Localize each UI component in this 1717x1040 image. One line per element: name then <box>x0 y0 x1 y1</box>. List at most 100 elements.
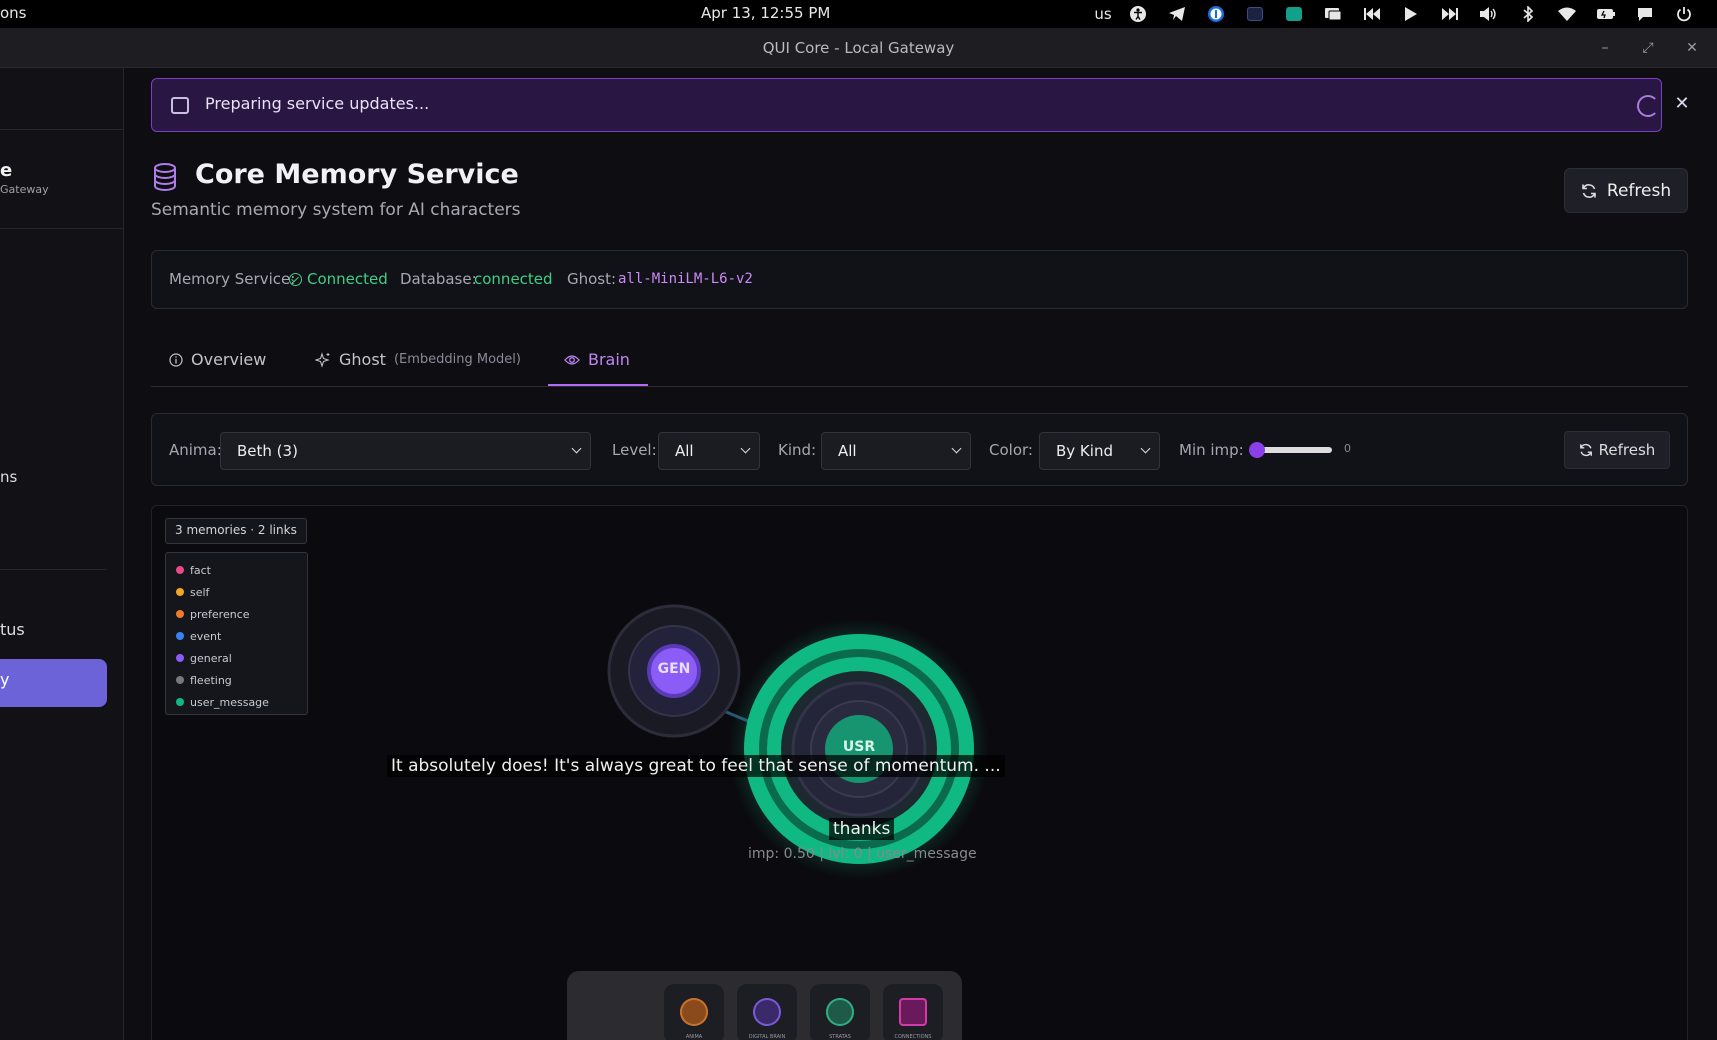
close-window-icon[interactable]: ✕ <box>1680 36 1704 60</box>
sidebar-item-memory[interactable]: y <box>0 659 107 707</box>
level-label: Level: <box>612 441 657 459</box>
sidebar-divider <box>0 569 106 570</box>
chevron-down-icon <box>740 443 751 454</box>
refresh-button[interactable]: Refresh <box>1564 168 1688 213</box>
tab-sublabel: (Embedding Model) <box>393 352 521 367</box>
previous-track-icon[interactable] <box>1352 2 1391 26</box>
window-title: QUI Core - Local Gateway <box>762 39 955 57</box>
dock-app-label: STRATAS <box>829 1034 851 1040</box>
system-tray: us <box>1088 2 1703 26</box>
dock-app-label: CONNECTIONS <box>894 1034 932 1040</box>
power-icon[interactable] <box>1664 2 1703 26</box>
connections-app-icon[interactable]: CONNECTIONS <box>883 984 943 1040</box>
system-top-bar: ons Apr 13, 12:55 PM us <box>0 0 1717 28</box>
minimize-icon[interactable]: – <box>1593 36 1617 60</box>
tab-label: Brain <box>588 350 630 369</box>
memory-caption: It absolutely does! It's always great to… <box>387 755 1005 777</box>
volume-icon[interactable] <box>1469 2 1508 26</box>
memory-meta: imp: 0.50 | lvl: 0 | user_message <box>748 846 977 862</box>
tab-label: Ghost <box>339 350 386 369</box>
refresh-button-label: Refresh <box>1606 180 1672 201</box>
anima-app-icon[interactable]: ANIMA <box>664 984 724 1040</box>
refresh-icon <box>1582 183 1596 198</box>
ghost-label: Ghost: <box>567 270 617 288</box>
memory-service-status: Connected <box>289 270 388 288</box>
clock[interactable]: Apr 13, 12:55 PM <box>701 4 830 22</box>
memory-caption: thanks <box>829 818 895 840</box>
page-subtitle: Semantic memory system for AI characters <box>151 200 521 220</box>
app-dock: ANIMA DIGITAL BRAIN STRATAS CONNECTIONS <box>567 971 962 1040</box>
slider-handle[interactable] <box>1249 442 1265 458</box>
kind-select[interactable]: All <box>821 432 971 470</box>
digital-brain-app-icon[interactable]: DIGITAL BRAIN <box>737 984 797 1040</box>
color-selected: By Kind <box>1056 442 1113 460</box>
min-importance-slider[interactable] <box>1249 442 1332 458</box>
screen-share-icon[interactable] <box>1313 2 1352 26</box>
sparkles-icon <box>315 351 330 368</box>
chevron-down-icon <box>1140 443 1151 454</box>
maximize-icon[interactable]: ⤢ <box>1636 36 1660 60</box>
app-indicator-icon[interactable] <box>1235 2 1274 26</box>
color-label: Color: <box>989 441 1033 459</box>
window-titlebar: QUI Core - Local Gateway – ⤢ ✕ <box>0 28 1717 68</box>
battery-icon[interactable] <box>1586 2 1625 26</box>
chevron-down-icon <box>571 443 582 454</box>
dismiss-banner-button[interactable]: ✕ <box>1672 93 1692 114</box>
brain-filters: Anima: Beth (3) Level: All Kind: All Col… <box>151 413 1688 486</box>
notifications-icon[interactable] <box>1625 2 1664 26</box>
database-icon <box>154 163 176 191</box>
database-status: connected <box>474 270 553 288</box>
refresh-graph-label: Refresh <box>1598 441 1656 459</box>
sidebar-item-label: y <box>0 670 10 689</box>
bluetooth-icon[interactable] <box>1508 2 1547 26</box>
sidebar-item-status[interactable]: tus <box>0 620 25 639</box>
check-circle-icon <box>289 273 302 286</box>
play-icon[interactable] <box>1391 2 1430 26</box>
level-selected: All <box>675 442 694 460</box>
hard-drive-icon <box>171 97 189 114</box>
sidebar-brand-title: e <box>0 160 13 181</box>
telegram-icon[interactable] <box>1157 2 1196 26</box>
refresh-icon <box>1579 443 1592 457</box>
tab-label: Overview <box>191 350 267 369</box>
min-importance-value: 0 <box>1344 442 1351 455</box>
memory-service-label: Memory Service: <box>169 270 296 288</box>
anima-selected: Beth (3) <box>237 442 298 460</box>
level-select[interactable]: All <box>658 432 760 470</box>
stratas-app-icon[interactable]: STRATAS <box>810 984 870 1040</box>
activities-label[interactable]: ons <box>0 4 27 22</box>
database-label: Database: <box>400 270 477 288</box>
node-label-usr: USR <box>842 739 876 755</box>
dock-app-label: DIGITAL BRAIN <box>748 1034 786 1040</box>
eye-icon <box>564 354 580 365</box>
update-banner: Preparing service updates... ✕ <box>151 78 1690 132</box>
sidebar-brand-subtitle: Gateway <box>0 183 49 196</box>
main-content: Preparing service updates... ✕ Core Memo… <box>124 68 1717 1040</box>
next-track-icon[interactable] <box>1430 2 1469 26</box>
chat-app-icon[interactable] <box>1274 2 1313 26</box>
kind-label: Kind: <box>778 441 817 459</box>
brain-graph-canvas[interactable]: 3 memories · 2 links fact self preferenc… <box>151 505 1688 1040</box>
tab-brain[interactable]: Brain <box>564 350 630 369</box>
sidebar: e Gateway ns tus y <box>0 68 124 1040</box>
node-label-gen: GEN <box>657 661 691 677</box>
tab-overview[interactable]: Overview <box>169 350 266 369</box>
ghost-model-name: all-MiniLM-L6-v2 <box>618 271 753 287</box>
chevron-down-icon <box>951 443 962 454</box>
sidebar-item-animas[interactable]: ns <box>0 468 17 486</box>
sidebar-divider <box>0 129 123 130</box>
accessibility-icon[interactable] <box>1118 2 1157 26</box>
refresh-graph-button[interactable]: Refresh <box>1564 431 1670 469</box>
color-select[interactable]: By Kind <box>1039 432 1160 470</box>
anima-select[interactable]: Beth (3) <box>220 432 591 470</box>
banner-text: Preparing service updates... <box>205 94 430 113</box>
kind-selected: All <box>838 442 857 460</box>
tab-bar-divider <box>151 386 1688 387</box>
keyboard-layout-indicator[interactable]: us <box>1088 2 1118 26</box>
min-importance-label: Min imp: <box>1179 441 1244 459</box>
password-manager-icon[interactable] <box>1196 2 1235 26</box>
tab-ghost[interactable]: Ghost (Embedding Model) <box>315 350 521 369</box>
loading-spinner-icon <box>1637 95 1659 117</box>
active-tab-indicator <box>548 384 648 386</box>
wifi-icon[interactable] <box>1547 2 1586 26</box>
